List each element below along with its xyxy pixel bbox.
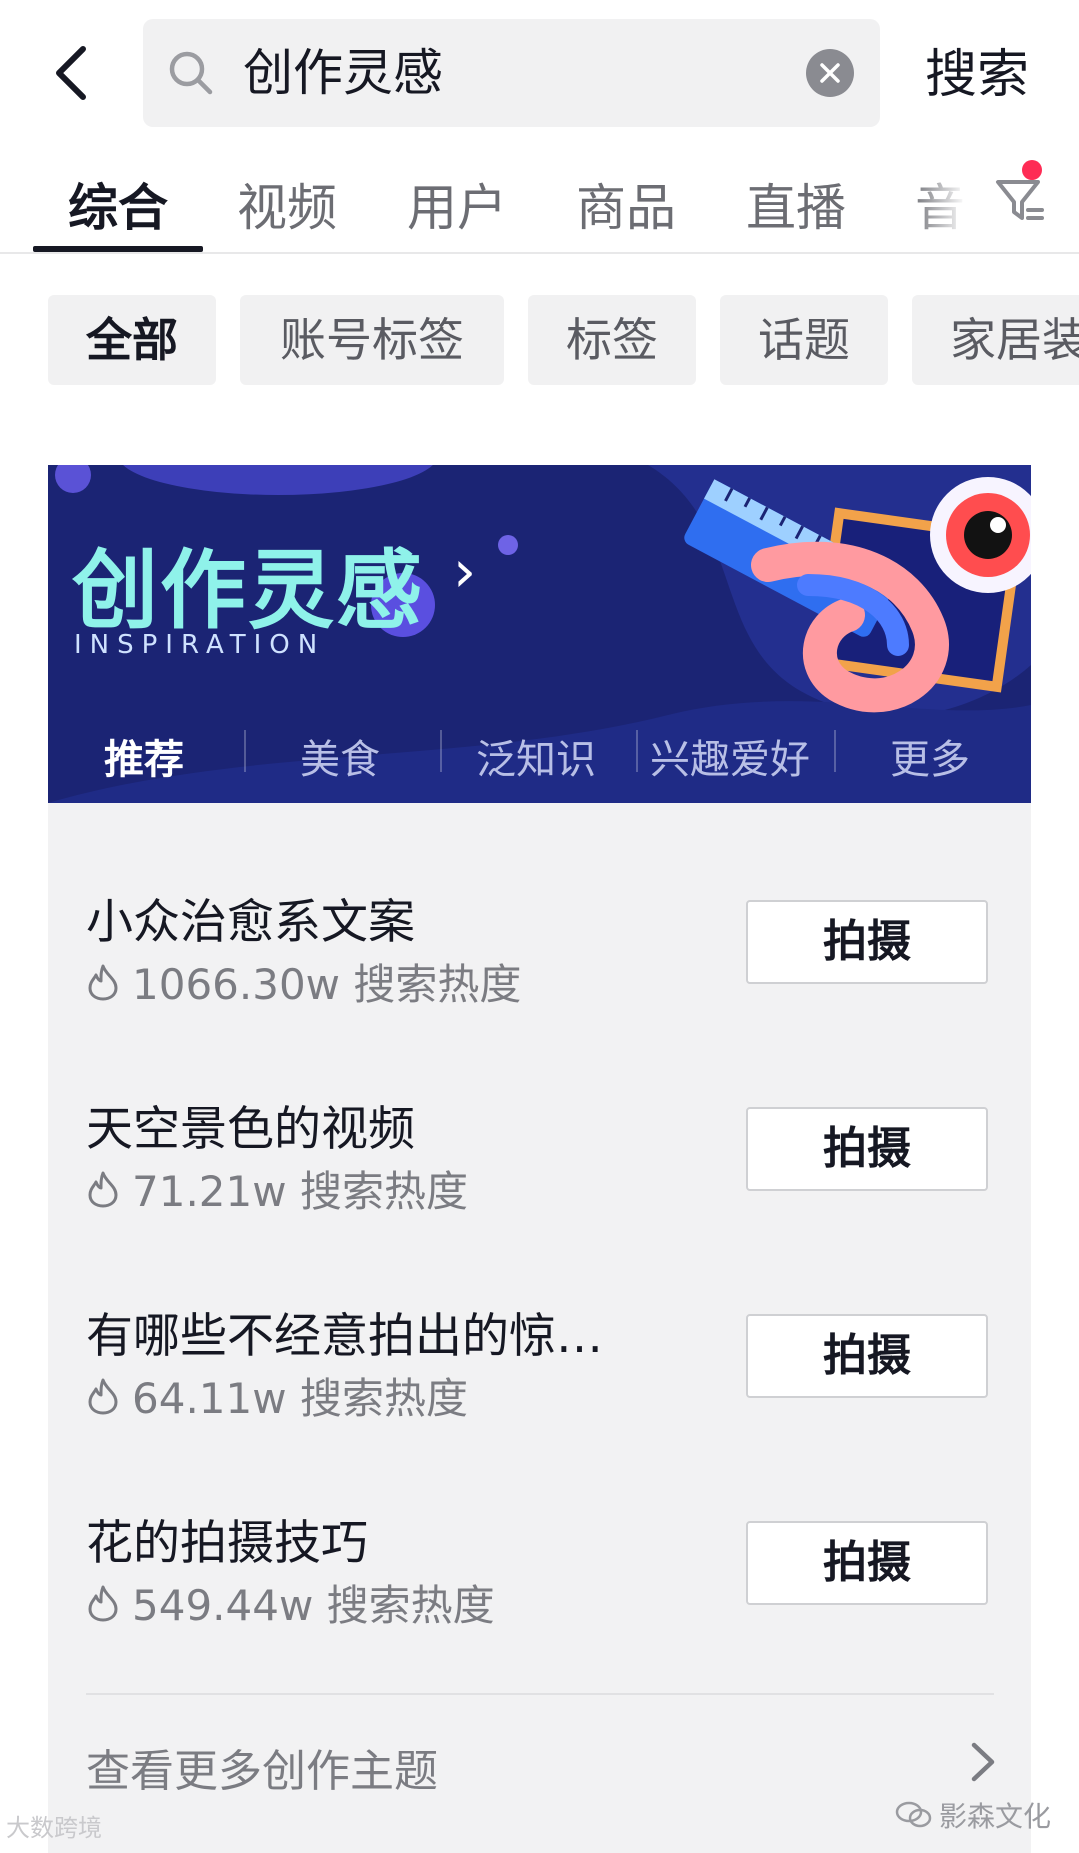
wechat-icon bbox=[895, 1801, 932, 1828]
filter-icon[interactable] bbox=[990, 170, 1050, 230]
watermark-right-text: 影森文化 bbox=[939, 1800, 1052, 1833]
topic-row[interactable]: 有哪些不经意拍出的惊… 64.11w 搜索热度 拍摄 bbox=[48, 1297, 1031, 1477]
search-icon bbox=[169, 51, 213, 95]
watermark-left: 大数跨境 bbox=[6, 1814, 102, 1842]
divider bbox=[86, 1693, 994, 1695]
heat-value: 64.11w 搜索热度 bbox=[132, 1374, 468, 1423]
heat-value: 549.44w 搜索热度 bbox=[132, 1581, 495, 1630]
tab-live[interactable]: 直播 bbox=[746, 168, 846, 240]
tab-video[interactable]: 视频 bbox=[237, 168, 337, 240]
chip-account-tag[interactable]: 账号标签 bbox=[240, 295, 504, 385]
topic-heat: 1066.30w 搜索热度 bbox=[86, 951, 521, 1012]
topic-title: 花的拍摄技巧 bbox=[86, 1516, 368, 1571]
topic-heat: 71.21w 搜索热度 bbox=[86, 1158, 468, 1219]
category-separator bbox=[244, 730, 246, 772]
back-arrow-icon bbox=[56, 46, 86, 100]
category-tab-food[interactable]: 美食 bbox=[300, 727, 380, 785]
clear-search-button[interactable] bbox=[806, 49, 854, 97]
tab-user[interactable]: 用户 bbox=[407, 168, 507, 240]
filter-notification-dot bbox=[1022, 160, 1042, 180]
heat-value: 71.21w 搜索热度 bbox=[132, 1167, 468, 1216]
tab-comprehensive[interactable]: 综合 bbox=[68, 168, 168, 240]
tab-fade-overlay bbox=[910, 150, 990, 250]
category-tab-hobby[interactable]: 兴趣爱好 bbox=[650, 727, 810, 785]
topic-title: 天空景色的视频 bbox=[86, 1102, 415, 1157]
category-tab-more[interactable]: 更多 bbox=[890, 727, 970, 785]
topic-heat: 64.11w 搜索热度 bbox=[86, 1365, 468, 1426]
topic-title: 有哪些不经意拍出的惊… bbox=[86, 1309, 603, 1364]
shoot-button[interactable]: 拍摄 bbox=[746, 1521, 988, 1605]
search-input[interactable]: 创作灵感 bbox=[243, 19, 443, 127]
flame-icon bbox=[88, 1585, 118, 1621]
topic-heat: 549.44w 搜索热度 bbox=[86, 1572, 495, 1633]
chip-tag[interactable]: 标签 bbox=[528, 295, 696, 385]
top-bar: 创作灵感 搜索 bbox=[0, 0, 1079, 150]
banner-arrow-icon[interactable]: › bbox=[453, 537, 476, 605]
chip-home-decor[interactable]: 家居装 bbox=[912, 295, 1079, 385]
inspiration-card: 创作灵感 › INSPIRATION 推荐 美食 泛知识 兴趣爱好 更多 小众治… bbox=[48, 465, 1031, 1853]
inspiration-banner[interactable]: 创作灵感 › INSPIRATION 推荐 美食 泛知识 兴趣爱好 更多 bbox=[48, 465, 1031, 803]
banner-subtitle: INSPIRATION bbox=[74, 630, 326, 660]
banner-title: 创作灵感 bbox=[72, 541, 424, 641]
topic-title: 小众治愈系文案 bbox=[86, 895, 415, 950]
category-tab-knowledge[interactable]: 泛知识 bbox=[476, 727, 596, 785]
shoot-button[interactable]: 拍摄 bbox=[746, 900, 988, 984]
category-tab-recommend[interactable]: 推荐 bbox=[104, 727, 184, 785]
shoot-button[interactable]: 拍摄 bbox=[746, 1314, 988, 1398]
category-separator bbox=[834, 730, 836, 772]
flame-icon bbox=[88, 1171, 118, 1207]
active-tab-indicator bbox=[33, 246, 203, 252]
close-icon bbox=[820, 63, 840, 83]
search-submit-button[interactable]: 搜索 bbox=[925, 30, 1029, 120]
shoot-button[interactable]: 拍摄 bbox=[746, 1107, 988, 1191]
topic-row[interactable]: 小众治愈系文案 1066.30w 搜索热度 拍摄 bbox=[48, 883, 1031, 1063]
flame-icon bbox=[88, 964, 118, 1000]
chevron-right-icon[interactable] bbox=[968, 1739, 998, 1785]
watermark-right: 影森文化 bbox=[895, 1795, 1051, 1835]
chip-topic[interactable]: 话题 bbox=[720, 295, 888, 385]
filter-chips: 全部 账号标签 标签 话题 家居装 bbox=[0, 295, 1079, 385]
tab-goods[interactable]: 商品 bbox=[576, 168, 676, 240]
search-box[interactable]: 创作灵感 bbox=[143, 19, 880, 127]
more-topics-link[interactable]: 查看更多创作主题 bbox=[86, 1735, 438, 1799]
back-button[interactable] bbox=[40, 38, 100, 108]
flame-icon bbox=[88, 1378, 118, 1414]
topic-row[interactable]: 花的拍摄技巧 549.44w 搜索热度 拍摄 bbox=[48, 1504, 1031, 1684]
category-separator bbox=[440, 730, 442, 772]
topic-row[interactable]: 天空景色的视频 71.21w 搜索热度 拍摄 bbox=[48, 1090, 1031, 1270]
category-separator bbox=[636, 730, 638, 772]
heat-value: 1066.30w 搜索热度 bbox=[132, 960, 522, 1009]
chip-all[interactable]: 全部 bbox=[48, 295, 216, 385]
result-tabs: 综合 视频 用户 商品 直播 音 bbox=[0, 150, 1079, 254]
